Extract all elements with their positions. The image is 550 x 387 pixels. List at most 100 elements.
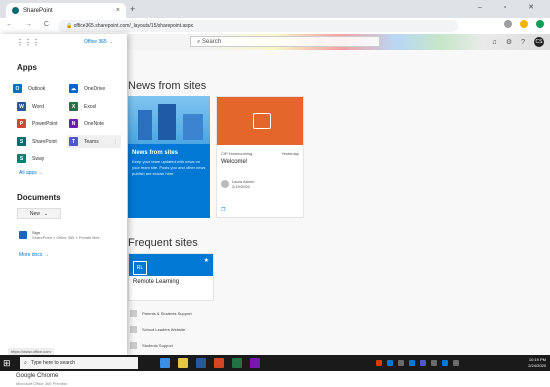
app-tile-onedrive[interactable]: ☁ OneDrive: [69, 84, 105, 93]
office-taskbar-icon[interactable]: [214, 358, 224, 368]
outlook-icon: O: [13, 84, 22, 93]
news-card-description: Keep your team updated with news on your…: [132, 159, 206, 176]
site-icon: [130, 325, 137, 333]
tray-icon[interactable]: [387, 360, 393, 366]
news-card-image: [217, 97, 303, 145]
app-tile-word[interactable]: W Word: [17, 102, 44, 111]
news-card-title: Welcome!: [221, 159, 248, 165]
app-tile-powerpoint[interactable]: P PowerPoint: [17, 119, 58, 128]
excel-icon: X: [69, 102, 78, 111]
list-item[interactable]: School Leaders Website: [128, 321, 214, 337]
url-input[interactable]: 🔒 office365.sharepoint.com/_layouts/15/s…: [58, 20, 458, 32]
site-name: Remote Learning: [133, 279, 180, 285]
frequent-sites-list: Parents & Students Support School Leader…: [128, 305, 214, 353]
star-bookmark-icon[interactable]: [504, 20, 512, 28]
tray-icon[interactable]: [398, 360, 404, 366]
search-icon: ⌕: [24, 360, 27, 366]
tray-icon[interactable]: [409, 360, 415, 366]
status-url: https://www.office.com: [8, 348, 54, 355]
list-item[interactable]: Students Support: [128, 337, 214, 353]
url-text: office365.sharepoint.com/_layouts/15/sha…: [73, 23, 194, 29]
apps-heading: Apps: [17, 63, 37, 72]
site-icon: [130, 341, 137, 349]
news-card-intro[interactable]: News from sites Keep your team updated w…: [128, 96, 210, 218]
search-input[interactable]: ⌕ Search: [190, 36, 380, 47]
documents-heading: Documents: [17, 193, 61, 202]
tray-icon[interactable]: [453, 360, 459, 366]
news-card-author: Laura Admin 2/19/2020: [221, 179, 254, 189]
close-tab-icon[interactable]: ×: [116, 7, 120, 14]
taskbar-search-input[interactable]: ⌕ Type here to search: [20, 357, 138, 369]
new-document-button[interactable]: New ⌄: [17, 208, 61, 219]
taskbar-clock[interactable]: 10:19 PM 2/24/2020: [528, 357, 546, 369]
list-item[interactable]: Parents & Students Support: [128, 305, 214, 321]
office365-link[interactable]: Office 365 →: [84, 39, 113, 45]
site-initials: RL: [133, 261, 147, 275]
window-controls[interactable]: – ▫ ✕: [478, 3, 544, 11]
sharepoint-favicon-icon: [12, 7, 19, 14]
word-doc-icon: [19, 231, 27, 239]
windows-start-icon[interactable]: ⊞: [3, 358, 13, 368]
author-avatar: [221, 180, 229, 188]
tray-icon[interactable]: [420, 360, 426, 366]
browser-tab[interactable]: SharePoint ×: [6, 3, 126, 18]
news-card-site: CIP Homecoming: [221, 151, 253, 156]
taskbar-apps: [160, 358, 260, 368]
app-tile-sway[interactable]: S Sway: [17, 154, 44, 163]
document-icon: [253, 113, 271, 129]
star-icon[interactable]: ★: [204, 257, 209, 264]
onenote-icon: N: [69, 119, 78, 128]
taskview-icon[interactable]: [160, 358, 170, 368]
caption-subtitle: Microsoft Office 365 Preview: [16, 381, 67, 386]
site-card[interactable]: RL ★ Remote Learning: [128, 253, 214, 301]
app-tile-outlook[interactable]: O Outlook: [13, 84, 45, 93]
tray-icon[interactable]: [442, 360, 448, 366]
app-tile-excel[interactable]: X Excel: [69, 102, 96, 111]
more-options-icon[interactable]: ⋮: [113, 139, 118, 145]
sway-icon: S: [17, 154, 26, 163]
news-card-title: News from sites: [132, 150, 179, 156]
chrome-taskbar-icon[interactable]: [250, 358, 260, 368]
app-tile-onenote[interactable]: N OneNote: [69, 119, 104, 128]
gear-icon[interactable]: ⚙: [506, 38, 512, 46]
file-explorer-icon[interactable]: [178, 358, 188, 368]
news-card-image: [128, 96, 210, 144]
system-tray: [376, 360, 459, 366]
page-icon: ❐: [221, 207, 226, 213]
word-taskbar-icon[interactable]: [196, 358, 206, 368]
more-docs-link[interactable]: More docs →: [19, 252, 49, 258]
excel-taskbar-icon[interactable]: [232, 358, 242, 368]
app-tile-sharepoint[interactable]: S SharePoint: [17, 137, 57, 146]
news-card-post[interactable]: CIP Homecoming Yesterday Welcome! Laura …: [216, 96, 304, 218]
site-icon: [130, 309, 137, 317]
clock-date: 2/24/2020: [528, 363, 546, 368]
app-tile-teams[interactable]: T Teams ⋮: [67, 135, 121, 148]
news-heading: News from sites: [128, 80, 207, 92]
chevron-down-icon: ⌄: [43, 210, 49, 217]
author-date: 2/19/2020: [232, 184, 250, 189]
sharepoint-icon: S: [17, 137, 26, 146]
bell-icon[interactable]: ♫: [492, 39, 497, 46]
extension-icon[interactable]: [520, 20, 528, 28]
frequent-sites-heading: Frequent sites: [128, 237, 198, 249]
tray-icon[interactable]: [431, 360, 437, 366]
caption-area: [0, 371, 550, 387]
suite-bar-actions: ♫ ⚙ ? CS: [492, 37, 544, 47]
news-card-date: Yesterday: [281, 151, 299, 156]
lock-icon: 🔒: [66, 23, 74, 29]
teams-icon: T: [69, 137, 78, 146]
browser-extension-icons: [504, 20, 544, 28]
document-location: SharePoint » Office 365 » Private files: [32, 235, 100, 240]
waffle-icon[interactable]: ⋮⋮⋮: [16, 38, 40, 47]
avatar[interactable]: CS: [534, 37, 544, 47]
caption-title: Google Chrome: [16, 373, 59, 379]
recent-document[interactable]: Sign SharePoint » Office 365 » Private f…: [19, 230, 100, 240]
new-tab-button[interactable]: +: [130, 4, 135, 14]
tray-icon[interactable]: [376, 360, 382, 366]
profile-icon[interactable]: [536, 20, 544, 28]
help-icon[interactable]: ?: [521, 39, 525, 46]
search-placeholder: Search: [202, 39, 222, 45]
all-apps-link[interactable]: All apps →: [19, 170, 43, 176]
powerpoint-icon: P: [17, 119, 26, 128]
nav-buttons[interactable]: ← → C: [6, 21, 54, 28]
